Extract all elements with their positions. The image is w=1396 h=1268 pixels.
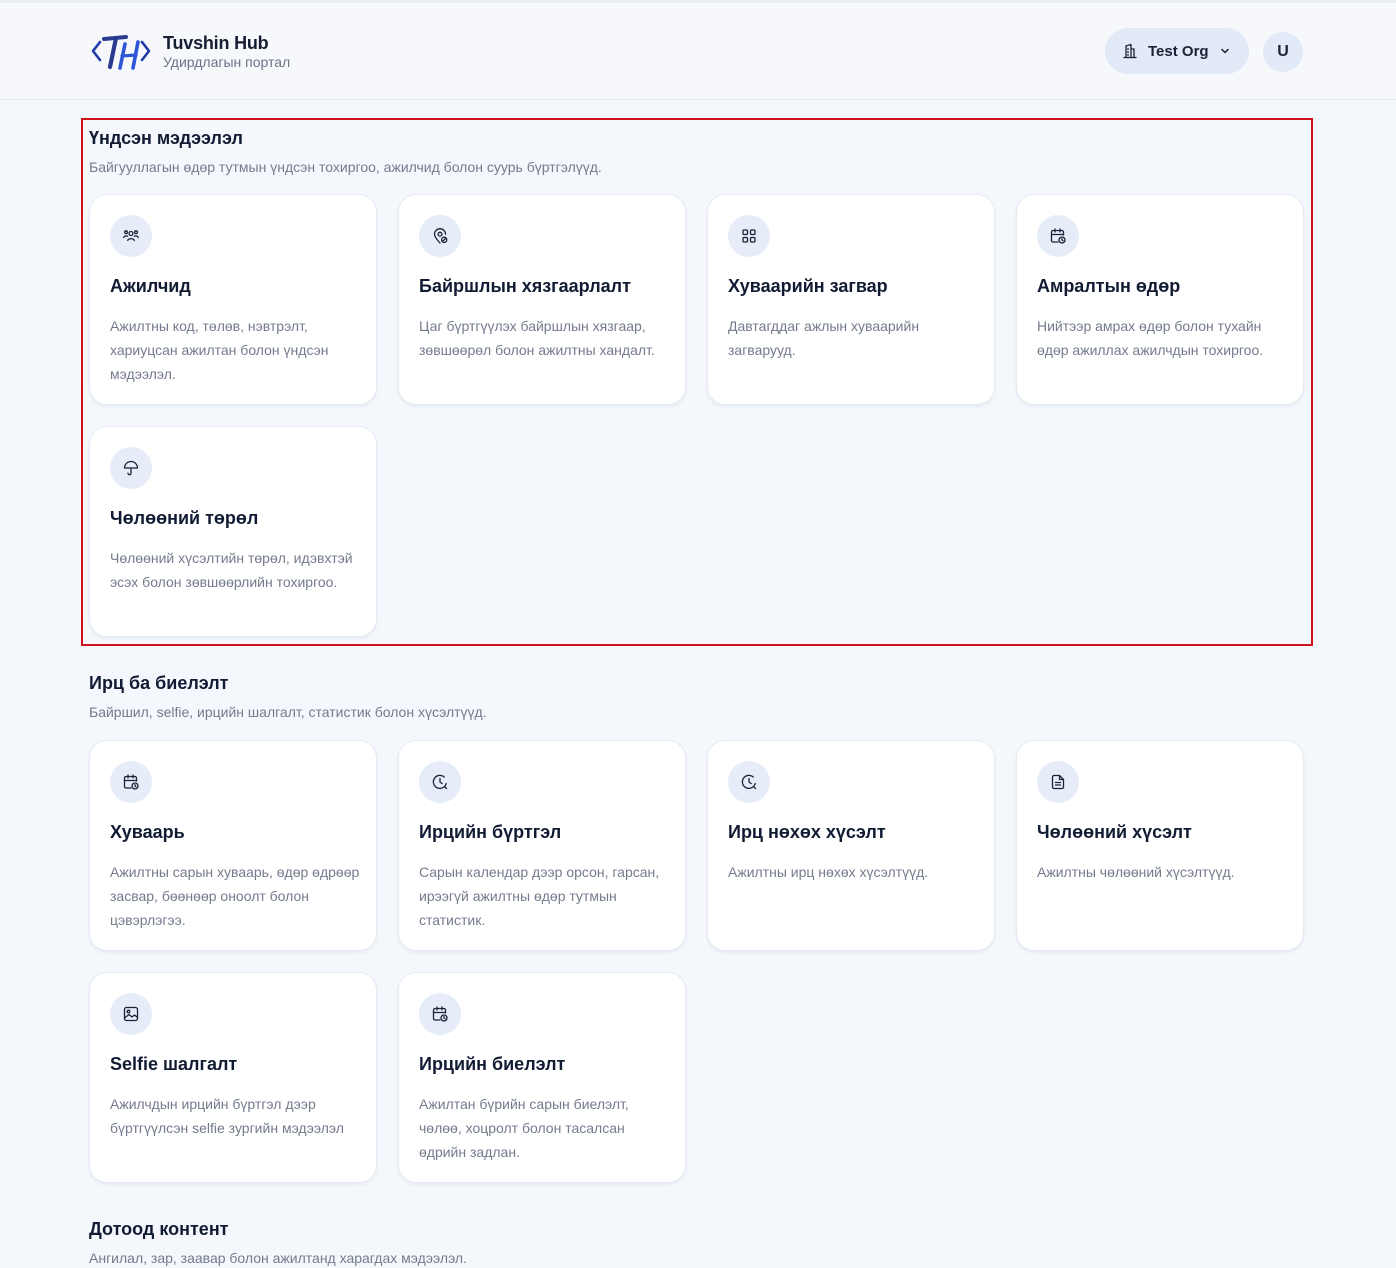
calendar-clock-icon: [1037, 215, 1079, 257]
card-selfie-check[interactable]: Selfie шалгалт Ажилчдын ирцийн бүртгэл д…: [89, 972, 377, 1183]
logo-icon[interactable]: [90, 29, 152, 73]
users-icon: [110, 215, 152, 257]
card-title: Ирцийн бүртгэл: [419, 822, 562, 842]
card-title: Байршлын хязгаарлалт: [419, 276, 631, 296]
section-subtitle-basic-info: Байгууллагын өдөр тутмын үндсэн тохиргоо…: [89, 159, 602, 175]
clock-icon: [728, 761, 770, 803]
umbrella-icon: [110, 447, 152, 489]
document-icon: [1037, 761, 1079, 803]
card-description: Ажилтны сарын хуваарь, өдөр өдрөөр засва…: [110, 864, 360, 928]
card-title: Хуваарь: [110, 822, 185, 842]
section-subtitle-internal-content: Ангилал, зар, заавар болон ажилтанд хара…: [89, 1250, 467, 1266]
card-description: Ажилчдын ирцийн бүртгэл дээр бүртгүүлсэн…: [110, 1096, 344, 1136]
section-title-basic-info: Үндсэн мэдээлэл: [89, 128, 243, 148]
building-icon: [1122, 43, 1138, 59]
app-header: Tuvshin Hub Удирдлагын портал Test Org U: [0, 3, 1396, 100]
user-avatar[interactable]: U: [1263, 32, 1303, 72]
section-title-attendance: Ирц ба биелэлт: [89, 673, 229, 693]
card-holidays[interactable]: Амралтын өдөр Нийтээр амрах өдөр болон т…: [1016, 194, 1304, 405]
card-description: Сарын календар дээр орсон, гарсан, ирээг…: [419, 864, 660, 928]
org-switcher-button[interactable]: Test Org: [1105, 28, 1249, 74]
card-title: Чөлөөний хүсэлт: [1037, 822, 1192, 842]
card-title: Хуваарийн загвар: [728, 276, 888, 296]
clock-icon: [419, 761, 461, 803]
org-label: Test Org: [1148, 42, 1209, 60]
section-title-internal-content: Дотоод контент: [89, 1219, 229, 1239]
grid-icon: [728, 215, 770, 257]
card-attendance-performance[interactable]: Ирцийн биелэлт Ажилтан бүрийн сарын биел…: [398, 972, 686, 1183]
brand-subtitle: Удирдлагын портал: [163, 54, 291, 70]
card-title: Ирц нөхөх хүсэлт: [728, 822, 886, 842]
image-icon: [110, 993, 152, 1035]
card-description: Нийтээр амрах өдөр болон тухайн өдөр ажи…: [1037, 318, 1264, 358]
card-schedule[interactable]: Хуваарь Ажилтны сарын хуваарь, өдөр өдрө…: [89, 740, 377, 951]
card-title: Selfie шалгалт: [110, 1054, 238, 1074]
card-leave-type[interactable]: Чөлөөний төрөл Чөлөөний хүсэлтийн төрөл,…: [89, 426, 377, 637]
card-employees[interactable]: Ажилчид Ажилтны код, төлөв, нэвтрэлт, ха…: [89, 194, 377, 405]
card-schedule-template[interactable]: Хуваарийн загвар Давтагддаг ажлын хуваар…: [707, 194, 995, 405]
card-description: Цаг бүртгүүлэх байршлын хязгаар, зөвшөөр…: [419, 318, 655, 358]
card-attendance-correction-request[interactable]: Ирц нөхөх хүсэлт Ажилтны ирц нөхөх хүсэл…: [707, 740, 995, 951]
chevron-down-icon: [1219, 45, 1231, 57]
card-description: Ажилтан бүрийн сарын биелэлт, чөлөө, хоц…: [419, 1096, 629, 1160]
card-description: Давтагддаг ажлын хуваарийн загварууд.: [728, 318, 920, 358]
calendar-clock-icon: [110, 761, 152, 803]
calendar-clock-icon: [419, 993, 461, 1035]
card-description: Чөлөөний хүсэлтийн төрөл, идэвхтэй эсэх …: [110, 550, 353, 590]
location-pin-icon: [419, 215, 461, 257]
card-description: Ажилтны чөлөөний хүсэлтүүд.: [1037, 864, 1235, 880]
card-location-restriction[interactable]: Байршлын хязгаарлалт Цаг бүртгүүлэх байр…: [398, 194, 686, 405]
card-leave-request[interactable]: Чөлөөний хүсэлт Ажилтны чөлөөний хүсэлтү…: [1016, 740, 1304, 951]
card-attendance-records[interactable]: Ирцийн бүртгэл Сарын календар дээр орсон…: [398, 740, 686, 951]
card-title: Ажилчид: [110, 276, 191, 296]
brand-title: Tuvshin Hub: [163, 33, 269, 53]
section-subtitle-attendance: Байршил, selfie, ирцийн шалгалт, статист…: [89, 704, 487, 720]
card-description: Ажилтны ирц нөхөх хүсэлтүүд.: [728, 864, 929, 880]
card-title: Чөлөөний төрөл: [110, 508, 259, 528]
card-description: Ажилтны код, төлөв, нэвтрэлт, хариуцсан …: [110, 318, 329, 382]
card-title: Ирцийн биелэлт: [419, 1054, 566, 1074]
card-title: Амралтын өдөр: [1037, 276, 1181, 296]
